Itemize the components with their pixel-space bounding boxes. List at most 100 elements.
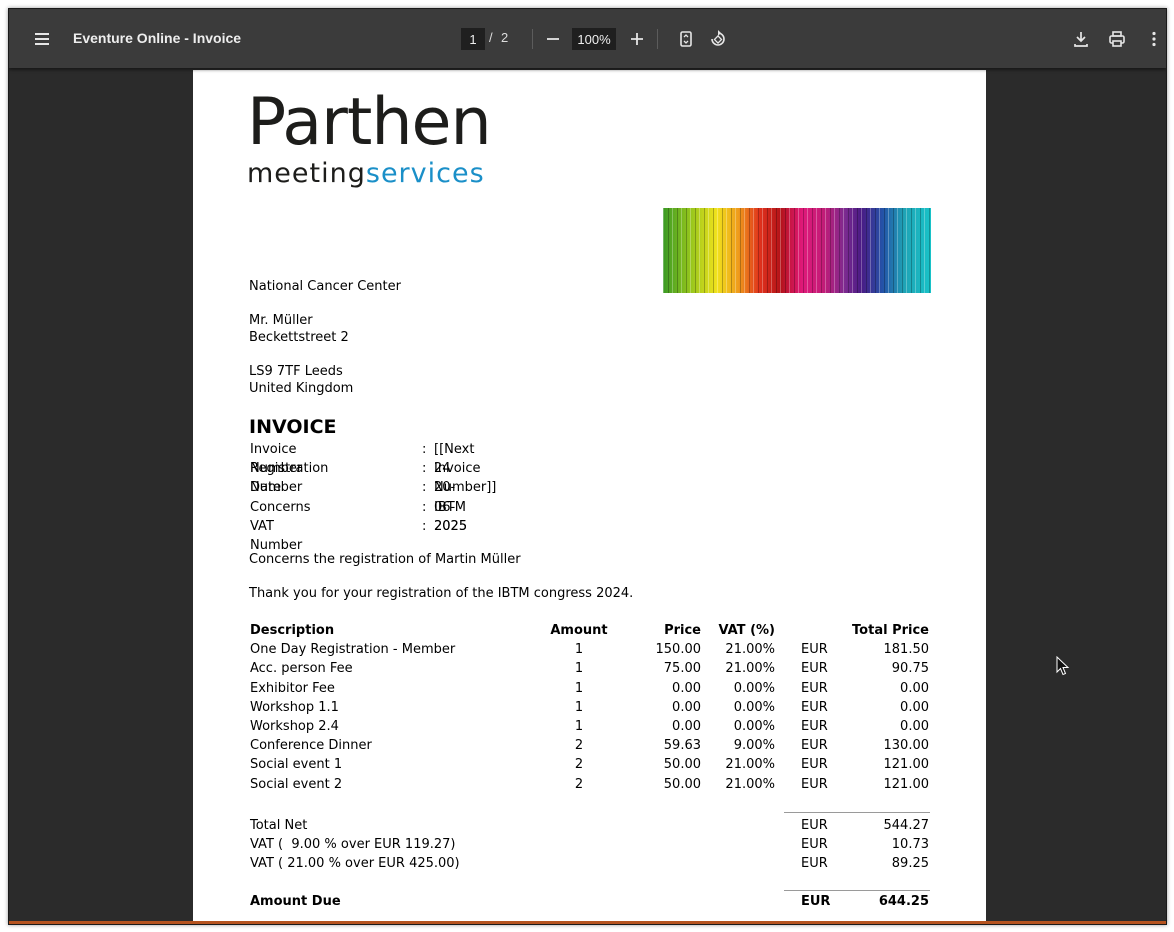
download-button[interactable] xyxy=(1065,23,1097,55)
item-total: 130.00 xyxy=(883,738,930,754)
zoom-input[interactable] xyxy=(572,28,616,50)
printer-icon xyxy=(1109,31,1125,47)
item-price: 50.00 xyxy=(663,757,701,773)
item-vat: 21.00% xyxy=(725,776,775,792)
item-price: 150.00 xyxy=(655,642,702,658)
meta-label: Date xyxy=(250,480,282,496)
item-price: 59.63 xyxy=(663,738,701,754)
meta-label: VAT Number xyxy=(250,518,303,553)
amount-due-label: Amount Due xyxy=(250,894,341,909)
table-row: Workshop 1.1 1 0.00 0.00% EUR 0.00 xyxy=(249,698,931,717)
recipient-country: United Kingdom xyxy=(249,381,354,396)
table-row: Acc. person Fee 1 75.00 21.00% EUR 90.75 xyxy=(249,659,931,678)
minus-icon xyxy=(547,38,559,40)
meta-colon: : xyxy=(422,461,427,477)
totals-currency: EUR xyxy=(801,818,828,833)
recipient-address: National Cancer Center Mr. Müller Becket… xyxy=(249,278,401,397)
item-description: Social event 2 xyxy=(250,776,343,792)
invoice-items-table: Description Amount Price VAT (%) Total P… xyxy=(249,621,931,794)
item-description: Workshop 2.4 xyxy=(250,718,339,734)
totals-currency: EUR xyxy=(801,856,828,872)
page-total: 2 xyxy=(501,30,509,45)
meta-colon: : xyxy=(422,499,427,515)
invoice-totals: Total Net EUR 544.27 VAT ( 9.00 % over EUR … xyxy=(249,812,931,909)
totals-label: VAT ( 21.00 % over EUR 425.00) xyxy=(250,856,460,872)
item-vat: 21.00% xyxy=(725,642,775,658)
meta-value: IBTM 2025 xyxy=(434,499,468,534)
amount-due-value: 644.25 xyxy=(878,894,929,909)
totals-value: 89.25 xyxy=(891,856,929,872)
item-vat: 9.00% xyxy=(733,738,775,754)
item-price: 75.00 xyxy=(663,661,701,677)
company-logo-tagline: meetingservices xyxy=(247,158,485,190)
item-currency: EUR xyxy=(801,680,828,696)
recipient-street: Beckettstreet 2 xyxy=(249,330,349,345)
item-total: 0.00 xyxy=(900,718,929,734)
totals-value: 544.27 xyxy=(883,818,930,833)
decorative-banner-image xyxy=(663,208,931,293)
totals-row: Total Net EUR 544.27 xyxy=(249,816,931,835)
amount-due-row: Amount Due EUR 644.25 xyxy=(249,890,931,909)
totals-label: Total Net xyxy=(250,818,308,833)
totals-row: VAT ( 21.00 % over EUR 425.00) EUR 89.25 xyxy=(249,854,931,873)
item-currency: EUR xyxy=(801,757,828,773)
amount-due-line: Amount Due EUR 644.25 xyxy=(249,892,931,911)
invoice-heading: INVOICE xyxy=(249,416,337,438)
item-currency: EUR xyxy=(801,718,828,734)
zoom-out-button[interactable] xyxy=(537,23,569,55)
header-amount: Amount xyxy=(550,623,608,638)
item-currency: EUR xyxy=(801,776,828,792)
meta-colon: : xyxy=(422,442,427,457)
item-currency: EUR xyxy=(801,661,828,677)
toolbar-divider xyxy=(657,29,658,49)
concerns-line: Concerns the registration of Martin Müll… xyxy=(249,552,521,567)
item-vat: 21.00% xyxy=(725,757,775,773)
more-options-button[interactable] xyxy=(1138,23,1166,55)
item-description: Workshop 1.1 xyxy=(250,699,339,715)
item-vat: 0.00% xyxy=(733,718,775,734)
meta-colon: : xyxy=(422,480,427,496)
pdf-toolbar: Eventure Online - Invoice / 2 xyxy=(9,9,1166,68)
table-body: One Day Registration - Member 1 150.00 21.0… xyxy=(249,640,931,794)
page-separator: / xyxy=(489,30,493,45)
hamburger-menu-icon[interactable] xyxy=(26,23,58,55)
amount-due-currency: EUR xyxy=(801,894,831,909)
rotate-button[interactable] xyxy=(702,23,734,55)
table-row: Workshop 2.4 1 0.00 0.00% EUR 0.00 xyxy=(249,717,931,736)
rotate-icon xyxy=(711,30,725,46)
logo-tagline-part-1: meeting xyxy=(247,158,366,189)
item-amount: 1 xyxy=(574,699,584,715)
window-bottom-accent xyxy=(9,921,1166,924)
item-total: 90.75 xyxy=(891,661,929,677)
pdf-page: Parthen meetingservices National Cancer … xyxy=(193,70,986,924)
zoom-in-button[interactable] xyxy=(621,23,653,55)
item-total: 121.00 xyxy=(883,757,930,773)
item-currency: EUR xyxy=(801,738,828,754)
page-number-input[interactable] xyxy=(461,28,485,50)
item-price: 0.00 xyxy=(672,718,701,734)
item-description: Conference Dinner xyxy=(250,738,372,754)
item-vat: 21.00% xyxy=(725,661,775,677)
document-viewer[interactable]: Parthen meetingservices National Cancer … xyxy=(9,68,1166,924)
item-total: 181.50 xyxy=(883,642,930,658)
item-description: Exhibitor Fee xyxy=(250,680,335,696)
table-row: Conference Dinner 2 59.63 9.00% EUR 130.00 xyxy=(249,736,931,755)
item-currency: EUR xyxy=(801,699,828,715)
table-header-row: Description Amount Price VAT (%) Total P… xyxy=(249,621,931,640)
table-row: Exhibitor Fee 1 0.00 0.00% EUR 0.00 xyxy=(249,679,931,698)
item-total: 0.00 xyxy=(900,699,929,715)
item-amount: 1 xyxy=(574,661,584,677)
item-price: 0.00 xyxy=(672,680,701,696)
item-price: 50.00 xyxy=(663,776,701,792)
meta-value: 24 xyxy=(434,461,451,477)
fit-page-button[interactable] xyxy=(670,23,702,55)
totals-value: 10.73 xyxy=(891,837,929,853)
header-price: Price xyxy=(664,623,701,638)
header-total: Total Price xyxy=(852,623,929,638)
item-description: Acc. person Fee xyxy=(250,661,353,677)
header-vat: VAT (%) xyxy=(718,623,775,638)
item-total: 0.00 xyxy=(900,680,929,696)
item-amount: 2 xyxy=(574,776,584,792)
print-button[interactable] xyxy=(1101,23,1133,55)
totals-row: VAT ( 9.00 % over EUR 119.27) EUR 10.73 xyxy=(249,835,931,854)
